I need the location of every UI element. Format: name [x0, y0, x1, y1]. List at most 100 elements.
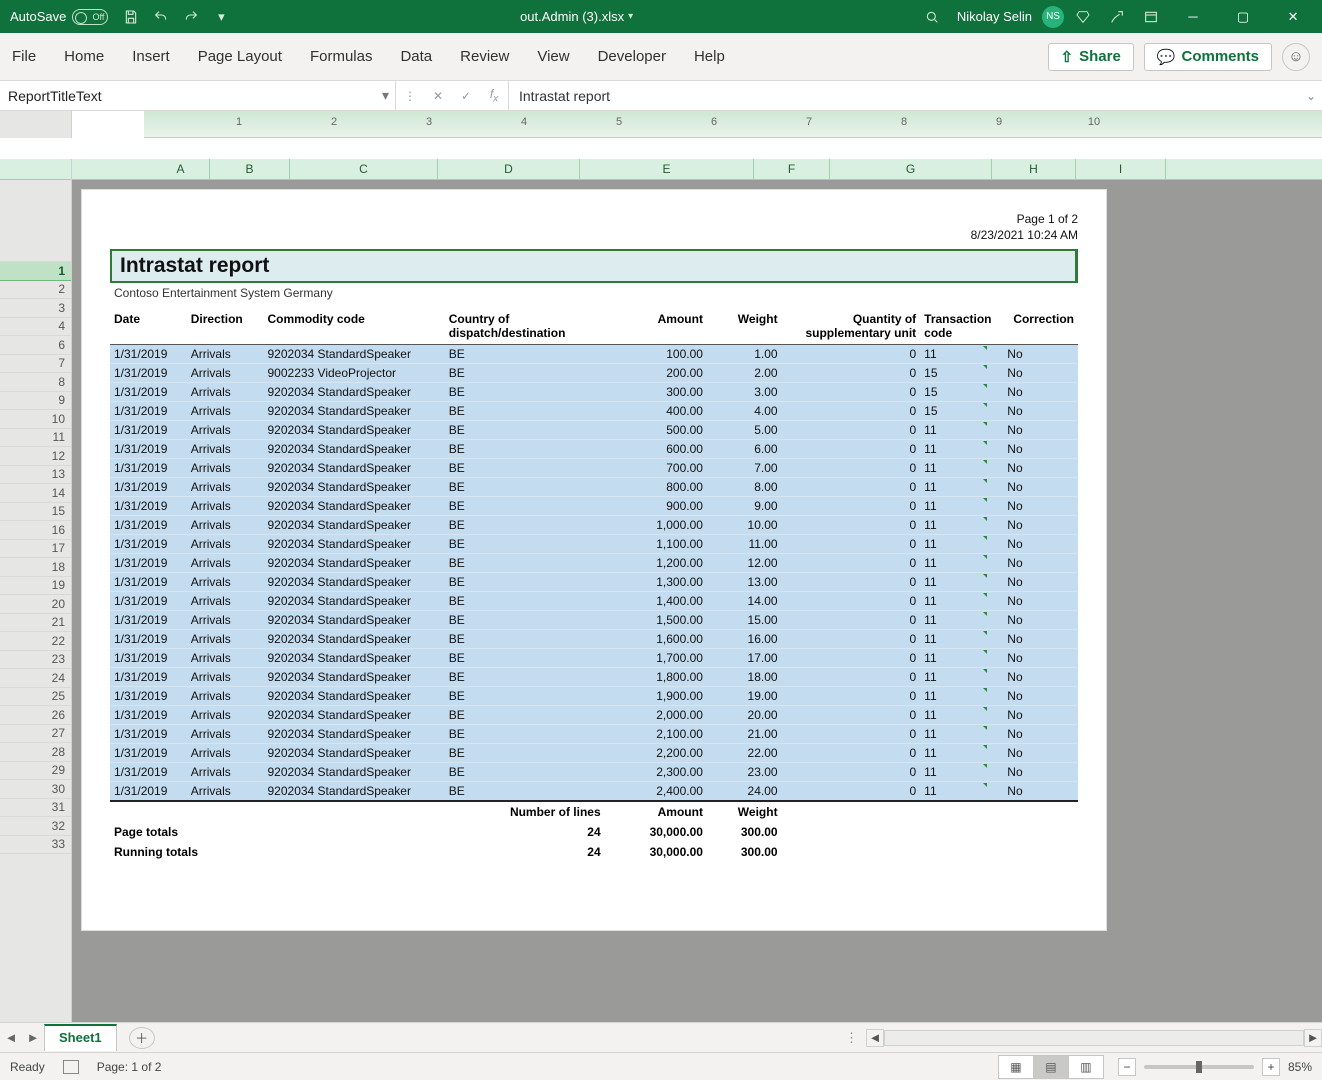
window-title[interactable]: out.Admin (3).xlsx ▾	[520, 9, 633, 24]
table-row[interactable]: 1/31/2019Arrivals9002233 VideoProjectorB…	[110, 364, 1078, 383]
row-header[interactable]: 12	[0, 447, 71, 466]
row-header[interactable]: 11	[0, 429, 71, 448]
row-header[interactable]: 3	[0, 299, 71, 318]
table-row[interactable]: 1/31/2019Arrivals9202034 StandardSpeaker…	[110, 516, 1078, 535]
tab-developer[interactable]: Developer	[598, 48, 666, 65]
table-row[interactable]: 1/31/2019Arrivals9202034 StandardSpeaker…	[110, 763, 1078, 782]
row-header[interactable]: 2	[0, 281, 71, 300]
row-header[interactable]: 32	[0, 817, 71, 836]
table-row[interactable]: 1/31/2019Arrivals9202034 StandardSpeaker…	[110, 611, 1078, 630]
zoom-percent[interactable]: 85%	[1288, 1060, 1312, 1074]
table-row[interactable]: 1/31/2019Arrivals9202034 StandardSpeaker…	[110, 706, 1078, 725]
row-header[interactable]: 23	[0, 651, 71, 670]
table-row[interactable]: 1/31/2019Arrivals9202034 StandardSpeaker…	[110, 725, 1078, 744]
row-header[interactable]: 10	[0, 410, 71, 429]
row-header[interactable]: 14	[0, 484, 71, 503]
table-row[interactable]: 1/31/2019Arrivals9202034 StandardSpeaker…	[110, 421, 1078, 440]
row-header[interactable]: 24	[0, 669, 71, 688]
ribbon-mode-icon[interactable]	[1136, 0, 1166, 33]
col-header-F[interactable]: F	[754, 159, 830, 179]
col-header-I[interactable]: I	[1076, 159, 1166, 179]
hscroll-right-icon[interactable]: ►	[1304, 1029, 1322, 1047]
table-row[interactable]: 1/31/2019Arrivals9202034 StandardSpeaker…	[110, 744, 1078, 763]
table-row[interactable]: 1/31/2019Arrivals9202034 StandardSpeaker…	[110, 383, 1078, 402]
undo-icon[interactable]	[146, 0, 176, 33]
zoom-in-button[interactable]: +	[1262, 1058, 1280, 1076]
name-box[interactable]: ReportTitleText ▾	[0, 81, 396, 110]
row-header[interactable]: 21	[0, 614, 71, 633]
hscroll-left-icon[interactable]: ◄	[866, 1029, 884, 1047]
row-header[interactable]: 18	[0, 558, 71, 577]
tab-help[interactable]: Help	[694, 48, 725, 65]
tab-review[interactable]: Review	[460, 48, 509, 65]
tab-data[interactable]: Data	[400, 48, 432, 65]
row-header[interactable]: 16	[0, 521, 71, 540]
tab-page-layout[interactable]: Page Layout	[198, 48, 282, 65]
window-maximize-button[interactable]: ▢	[1220, 0, 1266, 33]
row-header[interactable]: 20	[0, 595, 71, 614]
col-header-E[interactable]: E	[580, 159, 754, 179]
tab-home[interactable]: Home	[64, 48, 104, 65]
worksheet-area[interactable]: A B C D E F G H I Page 1 of 2 8/23/2021 …	[72, 159, 1322, 1022]
view-normal-icon[interactable]: ▦	[998, 1055, 1034, 1079]
table-row[interactable]: 1/31/2019Arrivals9202034 StandardSpeaker…	[110, 782, 1078, 802]
col-header-B[interactable]: B	[210, 159, 290, 179]
tab-insert[interactable]: Insert	[132, 48, 170, 65]
table-row[interactable]: 1/31/2019Arrivals9202034 StandardSpeaker…	[110, 573, 1078, 592]
toggle-off-icon[interactable]: Off	[72, 9, 108, 25]
qat-overflow-icon[interactable]: ▾	[206, 0, 236, 33]
autosave-toggle[interactable]: AutoSave Off	[10, 9, 108, 25]
col-header-C[interactable]: C	[290, 159, 438, 179]
row-header[interactable]: 15	[0, 503, 71, 522]
diamond-icon[interactable]	[1068, 0, 1098, 33]
tab-formulas[interactable]: Formulas	[310, 48, 373, 65]
row-header[interactable]: 26	[0, 706, 71, 725]
view-page-break-icon[interactable]: ▥	[1068, 1055, 1104, 1079]
formula-dropdown-icon[interactable]: ⋮	[396, 89, 424, 103]
col-header-G[interactable]: G	[830, 159, 992, 179]
formula-cancel-icon[interactable]: ✕	[424, 89, 452, 103]
col-header-A[interactable]: A	[152, 159, 210, 179]
user-name[interactable]: Nikolay Selin	[957, 9, 1032, 24]
view-page-layout-icon[interactable]: ▤	[1033, 1055, 1069, 1079]
row-header[interactable]: 22	[0, 632, 71, 651]
table-row[interactable]: 1/31/2019Arrivals9202034 StandardSpeaker…	[110, 687, 1078, 706]
table-row[interactable]: 1/31/2019Arrivals9202034 StandardSpeaker…	[110, 402, 1078, 421]
user-avatar[interactable]: NS	[1042, 6, 1064, 28]
fx-icon[interactable]: fx	[480, 87, 508, 104]
formula-enter-icon[interactable]: ✓	[452, 89, 480, 103]
save-icon[interactable]	[116, 0, 146, 33]
tab-file[interactable]: File	[12, 48, 36, 65]
row-header[interactable]: 30	[0, 780, 71, 799]
table-row[interactable]: 1/31/2019Arrivals9202034 StandardSpeaker…	[110, 440, 1078, 459]
zoom-out-button[interactable]: −	[1118, 1058, 1136, 1076]
table-row[interactable]: 1/31/2019Arrivals9202034 StandardSpeaker…	[110, 345, 1078, 364]
row-header[interactable]: 9	[0, 392, 71, 411]
row-header[interactable]: 13	[0, 466, 71, 485]
macro-recorder-icon[interactable]	[63, 1060, 79, 1074]
row-header[interactable]: 27	[0, 725, 71, 744]
row-header[interactable]: 29	[0, 762, 71, 781]
window-minimize-button[interactable]: ─	[1170, 0, 1216, 33]
row-header[interactable]: 33	[0, 836, 71, 855]
chevron-down-icon[interactable]: ▾	[382, 87, 389, 104]
table-row[interactable]: 1/31/2019Arrivals9202034 StandardSpeaker…	[110, 478, 1078, 497]
add-sheet-icon[interactable]: ＋	[129, 1027, 155, 1049]
comments-button[interactable]: 💬 Comments	[1144, 43, 1272, 71]
formula-expand-icon[interactable]: ⌄	[1300, 81, 1322, 110]
search-icon[interactable]	[917, 0, 947, 33]
row-header[interactable]: 7	[0, 355, 71, 374]
share-button[interactable]: ⇧ Share	[1048, 43, 1134, 71]
table-row[interactable]: 1/31/2019Arrivals9202034 StandardSpeaker…	[110, 554, 1078, 573]
formula-input[interactable]: Intrastat report	[509, 81, 1300, 110]
row-header[interactable]: 25	[0, 688, 71, 707]
row-header[interactable]: 31	[0, 799, 71, 818]
window-close-button[interactable]: ✕	[1270, 0, 1316, 33]
col-header-H[interactable]: H	[992, 159, 1076, 179]
zoom-slider[interactable]	[1144, 1065, 1254, 1069]
redo-icon[interactable]	[176, 0, 206, 33]
table-row[interactable]: 1/31/2019Arrivals9202034 StandardSpeaker…	[110, 649, 1078, 668]
row-header[interactable]: 8	[0, 373, 71, 392]
row-header[interactable]: 4	[0, 318, 71, 337]
row-header[interactable]: 1	[0, 262, 71, 281]
